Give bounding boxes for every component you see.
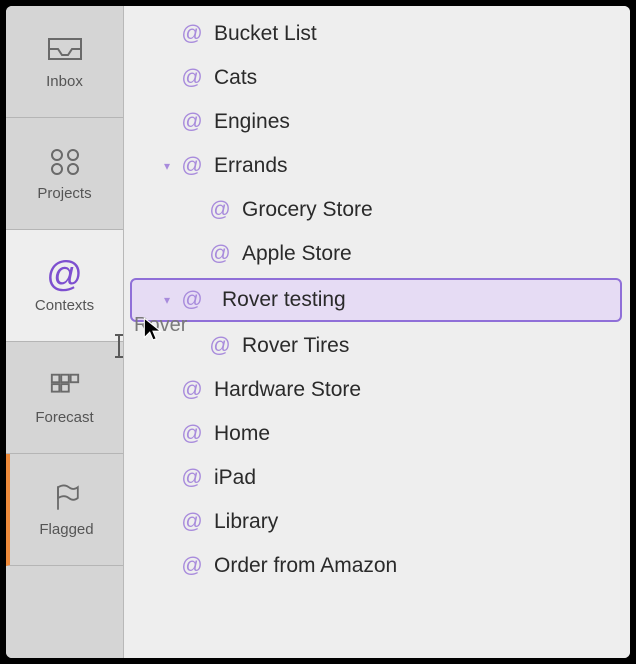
context-row[interactable]: @ Bucket List bbox=[124, 12, 630, 56]
app-window: Inbox Projects @ Contexts bbox=[6, 6, 630, 658]
context-row[interactable]: @ Grocery Store bbox=[124, 188, 630, 232]
context-row[interactable]: ▾ @ Errands bbox=[124, 144, 630, 188]
tab-inbox[interactable]: Inbox bbox=[6, 6, 123, 118]
context-row[interactable]: @ Engines bbox=[124, 100, 630, 144]
context-row[interactable]: @ Order from Amazon bbox=[124, 544, 630, 588]
at-icon: @ bbox=[180, 66, 204, 90]
context-name: Home bbox=[214, 422, 270, 446]
context-name: Rover Tires bbox=[242, 334, 349, 358]
disclosure-triangle-icon[interactable]: ▾ bbox=[160, 293, 174, 307]
context-row[interactable]: @ Apple Store bbox=[124, 232, 630, 276]
disclosure-triangle-icon[interactable]: ▾ bbox=[160, 159, 174, 173]
context-row[interactable]: Rover @ Rover Tires bbox=[124, 324, 630, 368]
sidebar: Inbox Projects @ Contexts bbox=[6, 6, 124, 658]
context-name: Grocery Store bbox=[242, 198, 373, 222]
tab-label: Flagged bbox=[39, 521, 93, 538]
context-name: Bucket List bbox=[214, 22, 317, 46]
context-row[interactable]: @ Cats bbox=[124, 56, 630, 100]
context-name: Cats bbox=[214, 66, 257, 90]
at-icon: @ bbox=[180, 22, 204, 46]
at-icon: @ bbox=[208, 198, 232, 222]
tab-label: Projects bbox=[37, 185, 91, 202]
context-name: Rover testing bbox=[222, 288, 346, 312]
context-name: Hardware Store bbox=[214, 378, 361, 402]
context-row[interactable]: @ Library bbox=[124, 500, 630, 544]
tab-label: Inbox bbox=[46, 73, 83, 90]
context-name: Library bbox=[214, 510, 278, 534]
context-name: Order from Amazon bbox=[214, 554, 397, 578]
tab-label: Contexts bbox=[35, 297, 94, 314]
at-icon: @ bbox=[180, 154, 204, 178]
context-name: Engines bbox=[214, 110, 290, 134]
at-icon: @ bbox=[208, 334, 232, 358]
at-icon: @ bbox=[180, 554, 204, 578]
flag-icon bbox=[47, 481, 87, 515]
forecast-icon bbox=[45, 369, 85, 403]
context-row[interactable]: @ Hardware Store bbox=[124, 368, 630, 412]
at-icon: @ bbox=[180, 288, 204, 312]
projects-icon bbox=[45, 145, 85, 179]
at-icon: @ bbox=[180, 466, 204, 490]
inbox-icon bbox=[45, 33, 85, 67]
tab-flagged[interactable]: Flagged bbox=[6, 454, 123, 566]
tab-forecast[interactable]: Forecast bbox=[6, 342, 123, 454]
tab-label: Forecast bbox=[35, 409, 93, 426]
at-icon: @ bbox=[180, 422, 204, 446]
at-icon: @ bbox=[180, 378, 204, 402]
context-name: Errands bbox=[214, 154, 288, 178]
context-name: iPad bbox=[214, 466, 256, 490]
at-icon: @ bbox=[208, 242, 232, 266]
context-name: Apple Store bbox=[242, 242, 352, 266]
context-row[interactable]: @ iPad bbox=[124, 456, 630, 500]
drop-insertion-caret bbox=[118, 334, 120, 358]
contexts-icon: @ bbox=[45, 257, 85, 291]
context-row-selected[interactable]: ▾ @ Rover testing bbox=[130, 278, 622, 322]
at-icon: @ bbox=[180, 110, 204, 134]
context-list: @ Bucket List @ Cats @ Engines ▾ @ Erran… bbox=[124, 6, 630, 658]
tab-projects[interactable]: Projects bbox=[6, 118, 123, 230]
tab-contexts[interactable]: @ Contexts bbox=[6, 230, 123, 342]
context-row[interactable]: @ Home bbox=[124, 412, 630, 456]
at-icon: @ bbox=[180, 510, 204, 534]
